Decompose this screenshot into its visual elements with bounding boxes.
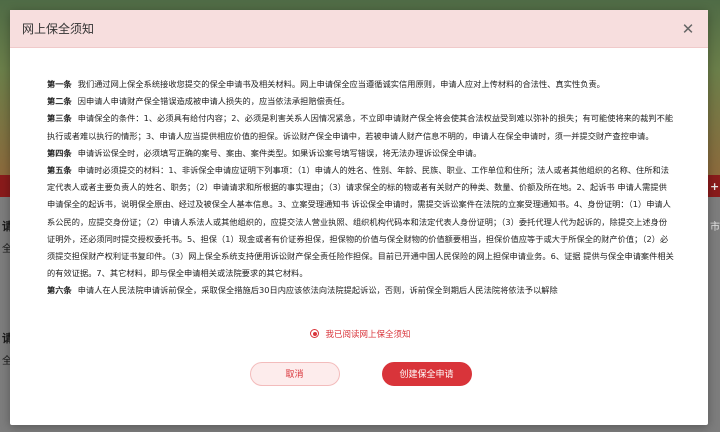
radio-dot-icon [312,331,317,336]
clause-4: 第四条 申请诉讼保全时，必须填写正确的案号、案由、案件类型。如果诉讼案号填写错误，… [47,145,674,162]
clause-text: 申请保全的条件：1、必须具有给付内容；2、必须是利害关系人因情况紧急，不立即申请… [47,113,674,141]
notice-dialog: 网上保全须知 ✕ 第一条 我们通过网上保全系统接收您提交的保全申请书及相关材料。网… [10,10,708,425]
clause-3: 第三条 申请保全的条件：1、必须具有给付内容；2、必须是利害关系人因情况紧急，不立… [47,110,674,144]
notice-clauses: 第一条 我们通过网上保全系统接收您提交的保全申请书及相关材料。网上申请保全应当遵循… [47,76,674,300]
dialog-actions: 取消 创建保全申请 [47,361,674,386]
clause-2: 第二条 因申请人申请财产保全错误造成被申请人损失的，应当依法承担赔偿责任。 [47,93,674,110]
dialog-body: 第一条 我们通过网上保全系统接收您提交的保全申请书及相关材料。网上申请保全应当遵循… [10,48,708,386]
clause-text: 申请时必须提交的材料：1、非诉保全申请应证明下列事项：（1）申请人的姓名、性别、… [47,165,674,279]
agree-radio[interactable] [310,329,320,339]
clause-6: 第六条 申请人在人民法院申请诉前保全，采取保全措施后30日内应该依法向法院提起诉讼… [47,282,674,299]
agree-label[interactable]: 我已阅读网上保全须知 [325,328,410,340]
dialog-header: 网上保全须知 ✕ [10,10,708,48]
clause-label: 第六条 [47,285,72,296]
clause-label: 第二条 [47,96,72,107]
clause-text: 申请诉讼保全时，必须填写正确的案号、案由、案件类型。如果诉讼案号填写错误，将无法… [77,147,482,158]
clause-text: 申请人在人民法院申请诉前保全，采取保全措施后30日内应该依法向法院提起诉讼，否则… [77,285,558,296]
clause-label: 第一条 [47,79,72,89]
dialog-title: 网上保全须知 [22,22,95,36]
create-preservation-button[interactable]: 创建保全申请 [381,361,472,386]
clause-label: 第四条 [47,147,72,158]
clause-1: 第一条 我们通过网上保全系统接收您提交的保全申请书及相关材料。网上申请保全应当遵循… [47,76,674,93]
clause-label: 第五条 [47,165,72,176]
clause-5: 第五条 申请时必须提交的材料：1、非诉保全申请应证明下列事项：（1）申请人的姓名、… [47,162,674,282]
clause-text: 我们通过网上保全系统接收您提交的保全申请书及相关材料。网上申请保全应当遵循诚实信… [77,79,605,89]
clause-label: 第三条 [47,113,72,124]
close-icon[interactable]: ✕ [678,19,698,39]
cancel-button[interactable]: 取消 [249,361,340,386]
clause-text: 因申请人申请财产保全错误造成被申请人损失的，应当依法承担赔偿责任。 [77,96,350,107]
agree-checkbox-row[interactable]: 我已阅读网上保全须知 [47,328,674,340]
